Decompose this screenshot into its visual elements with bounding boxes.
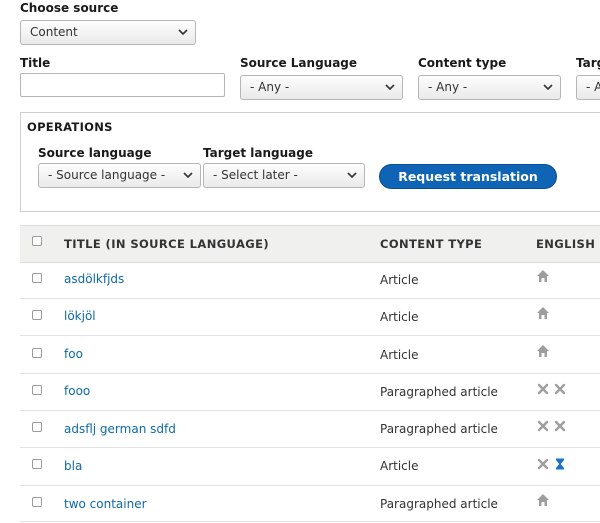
- row-divider: [20, 521, 600, 522]
- select-all-checkbox[interactable]: [32, 236, 42, 246]
- home-icon: [537, 307, 549, 319]
- x-icon[interactable]: [536, 382, 550, 396]
- operations-target-language-value: - Select later -: [213, 168, 298, 182]
- row-content-type: Paragraphed article: [380, 497, 498, 511]
- x-icon[interactable]: [553, 419, 567, 433]
- operations-heading: OPERATIONS: [27, 120, 113, 134]
- row-title-link[interactable]: asdölkfjds: [64, 272, 124, 286]
- row-divider: [20, 447, 600, 448]
- row-checkbox[interactable]: [32, 310, 42, 320]
- row-divider: [20, 335, 600, 336]
- x-icon[interactable]: [553, 382, 567, 396]
- x-icon[interactable]: [536, 419, 550, 433]
- choose-source-value: Content: [30, 25, 78, 39]
- chevron-down-icon: [178, 29, 188, 36]
- home-icon: [537, 345, 549, 357]
- row-checkbox[interactable]: [32, 273, 42, 283]
- row-checkbox[interactable]: [32, 348, 42, 358]
- row-divider: [20, 485, 600, 486]
- title-filter-input[interactable]: [20, 73, 225, 97]
- column-header-content-type: CONTENT TYPE: [380, 237, 483, 251]
- row-divider: [20, 298, 600, 299]
- source-language-filter-label: Source Language: [240, 56, 358, 70]
- row-title-link[interactable]: two container: [64, 497, 147, 511]
- column-header-title[interactable]: TITLE (IN SOURCE LANGUAGE): [64, 237, 269, 251]
- x-icon[interactable]: [536, 457, 550, 471]
- row-content-type: Article: [380, 348, 419, 362]
- chevron-down-icon: [347, 172, 357, 179]
- choose-source-select[interactable]: Content: [20, 20, 196, 45]
- content-type-filter-label: Content type: [418, 56, 507, 70]
- row-title-link[interactable]: foo: [64, 347, 83, 361]
- row-content-type: Article: [380, 459, 419, 473]
- row-checkbox[interactable]: [32, 497, 42, 507]
- column-header-english: ENGLISH: [536, 237, 596, 251]
- row-content-type: Article: [380, 273, 419, 287]
- row-checkbox[interactable]: [32, 422, 42, 432]
- row-title-link[interactable]: bla: [64, 459, 82, 473]
- operations-source-language-value: - Source language -: [48, 168, 166, 182]
- row-title-link[interactable]: adsflj german sdfd: [64, 422, 176, 436]
- hourglass-icon[interactable]: [553, 457, 567, 471]
- row-divider: [20, 373, 600, 374]
- home-icon: [537, 494, 549, 506]
- target-filter-select[interactable]: - A: [576, 75, 600, 100]
- row-title-link[interactable]: lökjöl: [64, 309, 96, 323]
- operations-target-language-select[interactable]: - Select later -: [203, 163, 365, 188]
- row-content-type: Article: [380, 310, 419, 324]
- operations-target-language-label: Target language: [203, 146, 314, 160]
- row-checkbox[interactable]: [32, 459, 42, 469]
- row-content-type: Paragraphed article: [380, 385, 498, 399]
- row-divider: [20, 410, 600, 411]
- row-checkbox[interactable]: [32, 385, 42, 395]
- target-filter-value: - A: [586, 80, 600, 94]
- choose-source-label: Choose source: [20, 1, 119, 15]
- source-language-filter-value: - Any -: [250, 80, 290, 94]
- chevron-down-icon: [385, 84, 395, 91]
- content-type-filter-select[interactable]: - Any -: [418, 75, 561, 100]
- source-language-filter-select[interactable]: - Any -: [240, 75, 403, 100]
- title-filter-label: Title: [20, 56, 51, 70]
- home-icon: [537, 270, 549, 282]
- chevron-down-icon: [543, 84, 553, 91]
- target-filter-label: Targ: [576, 56, 600, 70]
- operations-source-language-label: Source language: [38, 146, 152, 160]
- chevron-down-icon: [183, 172, 193, 179]
- content-type-filter-value: - Any -: [428, 80, 468, 94]
- row-title-link[interactable]: fooo: [64, 384, 90, 398]
- operations-source-language-select[interactable]: - Source language -: [38, 163, 201, 188]
- row-content-type: Paragraphed article: [380, 422, 498, 436]
- request-translation-button[interactable]: Request translation: [379, 164, 557, 189]
